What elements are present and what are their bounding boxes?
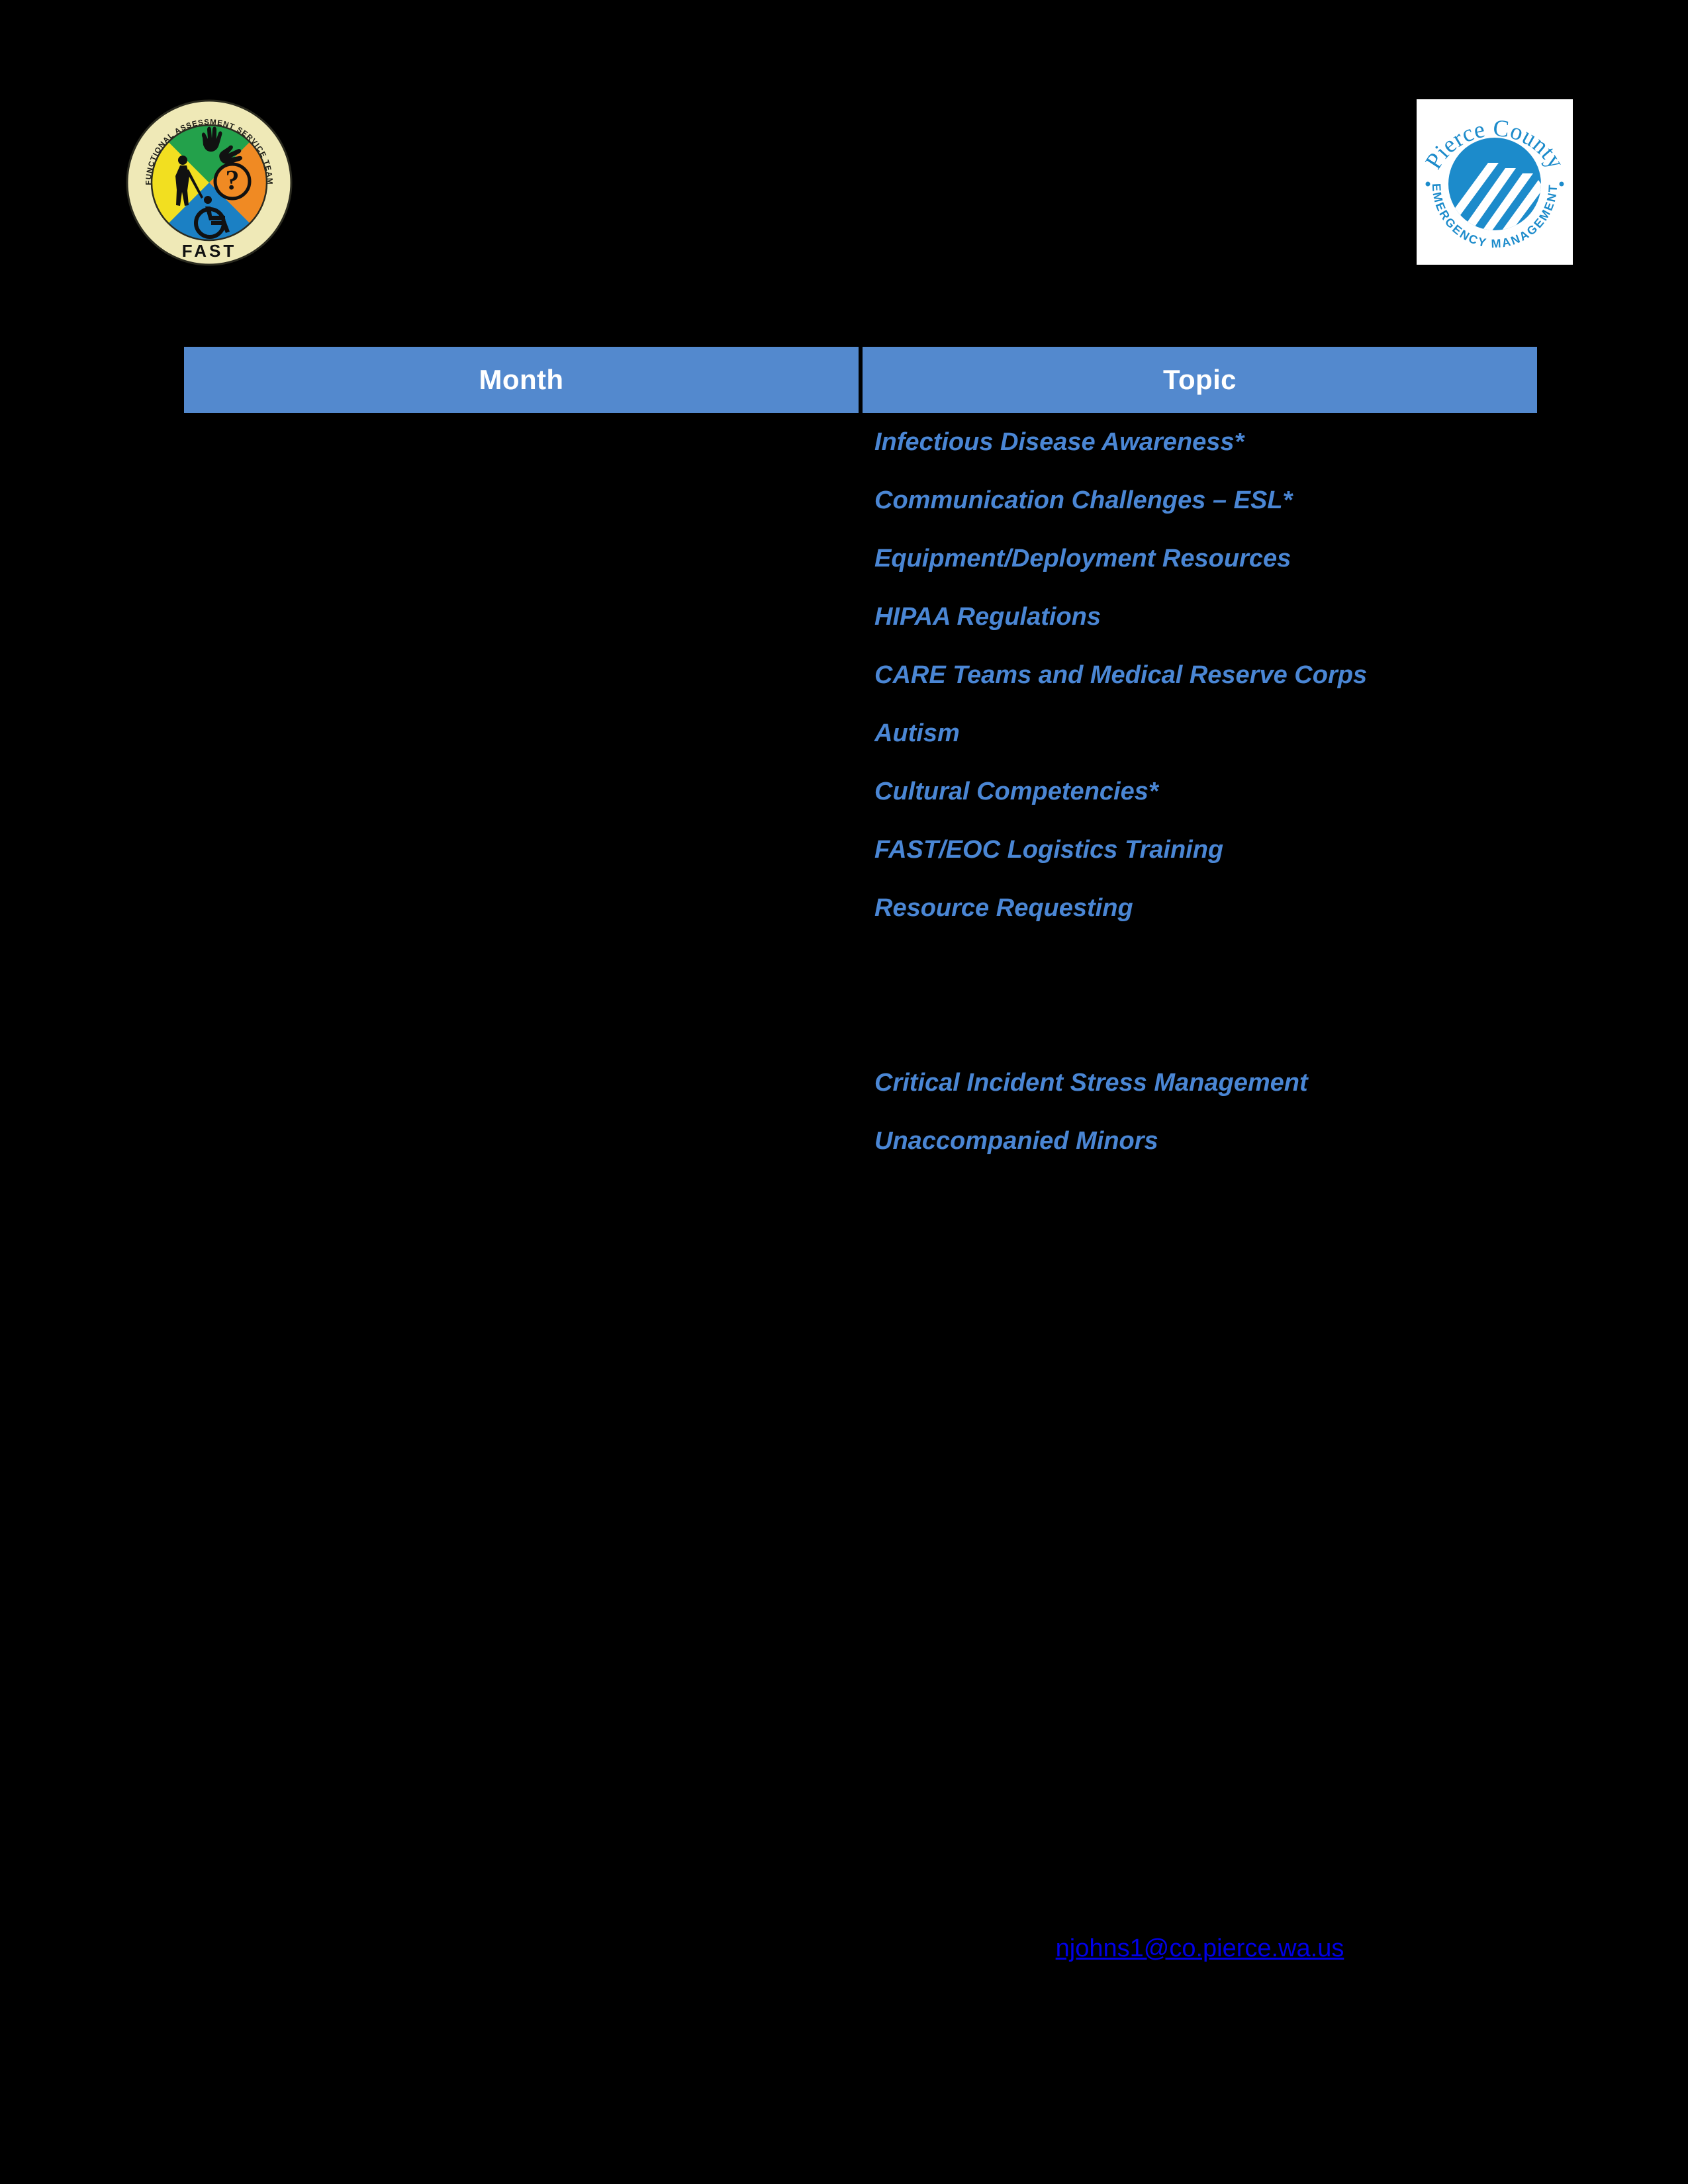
svg-text:FAST: FAST <box>182 241 236 261</box>
topic-label: Communication Challenges – ESL* <box>874 486 1293 514</box>
table-row <box>184 995 1537 1054</box>
cell-month <box>184 937 863 995</box>
cell-month <box>184 995 863 1054</box>
table-row: Communication Challenges – ESL* <box>184 471 1537 529</box>
topic-label: HIPAA Regulations <box>874 603 1102 631</box>
table-row: CARE Teams and Medical Reserve Corps <box>184 646 1537 704</box>
contact-row-topic-cell: njohns1@co.pierce.wa.us <box>863 1936 1537 1961</box>
column-header-topic: Topic <box>863 347 1537 413</box>
cell-topic: Communication Challenges – ESL* <box>863 471 1537 529</box>
cell-month <box>184 704 863 762</box>
training-schedule-table: Month Topic Infectious Disease Awareness… <box>184 347 1537 1170</box>
column-header-topic-label: Topic <box>1163 364 1237 395</box>
topic-label: CARE Teams and Medical Reserve Corps <box>874 661 1368 689</box>
contact-email-link[interactable]: njohns1@co.pierce.wa.us <box>1056 1936 1344 1961</box>
cell-month <box>184 529 863 588</box>
cell-month <box>184 879 863 937</box>
table-row: Autism <box>184 704 1537 762</box>
cell-topic <box>863 937 1537 995</box>
cell-month <box>184 588 863 646</box>
cell-topic: Resource Requesting <box>863 879 1537 937</box>
topic-label: Equipment/Deployment Resources <box>874 545 1291 572</box>
topic-label: Autism <box>874 719 960 747</box>
table-row: Resource Requesting <box>184 879 1537 937</box>
pierce-county-emergency-management-logo: Pierce County EMERGENCY MANAGEMENT <box>1417 99 1573 265</box>
cell-topic: HIPAA Regulations <box>863 588 1537 646</box>
cell-topic: Infectious Disease Awareness* <box>863 413 1537 471</box>
topic-label: Infectious Disease Awareness* <box>874 428 1244 456</box>
cell-month <box>184 762 863 821</box>
cell-topic: Cultural Competencies* <box>863 762 1537 821</box>
cell-topic: Autism <box>863 704 1537 762</box>
fast-logo: FUNCTIONAL ASSESSMENT SERVICE TEAM ? FAS… <box>123 97 295 269</box>
topic-label: FAST/EOC Logistics Training <box>874 836 1224 864</box>
cell-topic <box>863 995 1537 1054</box>
table-row: Critical Incident Stress Management <box>184 1054 1537 1112</box>
cell-month <box>184 1112 863 1170</box>
cell-topic: Unaccompanied Minors <box>863 1112 1537 1170</box>
topic-label: Critical Incident Stress Management <box>874 1069 1308 1097</box>
table-body: Infectious Disease Awareness* Communicati… <box>184 413 1537 1170</box>
topic-label: Unaccompanied Minors <box>874 1127 1158 1155</box>
cell-month <box>184 471 863 529</box>
table-row: Unaccompanied Minors <box>184 1112 1537 1170</box>
table-row: HIPAA Regulations <box>184 588 1537 646</box>
cell-topic: Equipment/Deployment Resources <box>863 529 1537 588</box>
document-page: FUNCTIONAL ASSESSMENT SERVICE TEAM ? FAS… <box>0 0 1688 2184</box>
table-row: Infectious Disease Awareness* <box>184 413 1537 471</box>
column-header-month: Month <box>184 347 859 413</box>
table-row <box>184 937 1537 995</box>
svg-text:?: ? <box>226 165 240 196</box>
topic-label: Resource Requesting <box>874 894 1133 922</box>
table-row: FAST/EOC Logistics Training <box>184 821 1537 879</box>
table-row: Cultural Competencies* <box>184 762 1537 821</box>
contact-row: njohns1@co.pierce.wa.us <box>184 1936 1537 1961</box>
column-header-month-label: Month <box>479 364 564 395</box>
cell-topic: FAST/EOC Logistics Training <box>863 821 1537 879</box>
cell-topic: CARE Teams and Medical Reserve Corps <box>863 646 1537 704</box>
topic-label: Cultural Competencies* <box>874 778 1158 805</box>
cell-topic: Critical Incident Stress Management <box>863 1054 1537 1112</box>
cell-month <box>184 1054 863 1112</box>
cell-month <box>184 646 863 704</box>
cell-month <box>184 821 863 879</box>
table-row: Equipment/Deployment Resources <box>184 529 1537 588</box>
cell-month <box>184 413 863 471</box>
contact-row-month-cell <box>184 1936 863 1961</box>
table-header-row: Month Topic <box>184 347 1537 413</box>
